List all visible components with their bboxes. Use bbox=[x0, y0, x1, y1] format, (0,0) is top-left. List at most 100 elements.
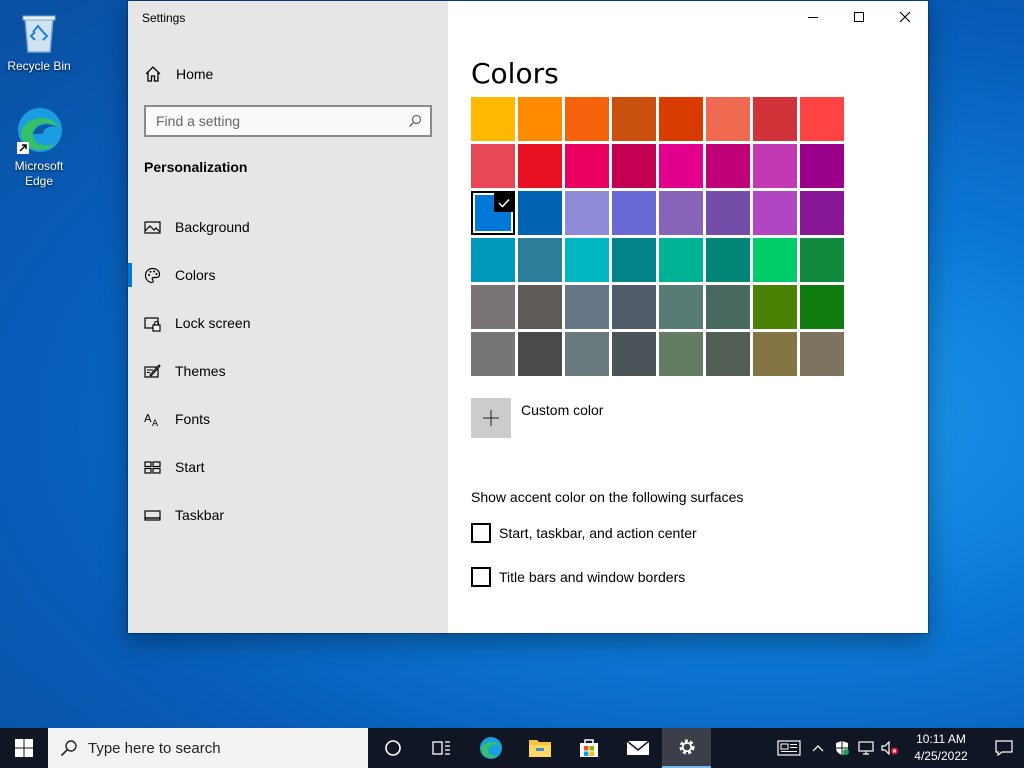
color-swatch[interactable] bbox=[518, 97, 562, 141]
checkbox-title-bars[interactable]: Title bars and window borders bbox=[471, 567, 685, 587]
color-swatch[interactable] bbox=[612, 332, 656, 376]
color-swatch[interactable] bbox=[471, 332, 515, 376]
color-swatch[interactable] bbox=[518, 285, 562, 329]
color-swatch[interactable] bbox=[753, 238, 797, 282]
color-swatch[interactable] bbox=[565, 332, 609, 376]
color-swatch[interactable] bbox=[471, 285, 515, 329]
color-swatch[interactable] bbox=[706, 285, 750, 329]
color-swatch[interactable] bbox=[612, 285, 656, 329]
network-tray-button[interactable] bbox=[854, 728, 878, 768]
color-swatch[interactable] bbox=[518, 144, 562, 188]
show-hidden-icons-button[interactable] bbox=[806, 728, 830, 768]
sidebar-item-colors[interactable]: Colors bbox=[128, 251, 448, 299]
sidebar-item-taskbar[interactable]: Taskbar bbox=[128, 491, 448, 539]
custom-color-button[interactable]: Custom color bbox=[471, 398, 603, 438]
color-swatch[interactable] bbox=[800, 238, 844, 282]
color-swatch[interactable] bbox=[753, 97, 797, 141]
sidebar-item-themes[interactable]: Themes bbox=[128, 347, 448, 395]
checkbox-box[interactable] bbox=[471, 567, 491, 587]
color-swatch[interactable] bbox=[800, 191, 844, 235]
taskbar-app-file-explorer[interactable] bbox=[515, 728, 564, 768]
color-swatch-selected[interactable] bbox=[471, 191, 515, 235]
color-swatch[interactable] bbox=[565, 285, 609, 329]
checkbox-start-taskbar[interactable]: Start, taskbar, and action center bbox=[471, 523, 697, 543]
network-icon bbox=[858, 741, 874, 755]
checkbox-box[interactable] bbox=[471, 523, 491, 543]
minimize-button[interactable] bbox=[790, 1, 836, 33]
section-title: Personalization bbox=[144, 159, 248, 175]
color-swatch[interactable] bbox=[753, 191, 797, 235]
checkmark-icon bbox=[494, 193, 513, 212]
sidebar-item-label: Background bbox=[175, 219, 250, 235]
color-swatch[interactable] bbox=[612, 191, 656, 235]
start-button[interactable] bbox=[0, 728, 48, 768]
color-swatch[interactable] bbox=[612, 238, 656, 282]
news-button[interactable] bbox=[772, 728, 806, 768]
store-icon bbox=[579, 739, 598, 757]
color-swatch[interactable] bbox=[612, 144, 656, 188]
start-layout-icon bbox=[144, 460, 161, 474]
color-swatch[interactable] bbox=[706, 191, 750, 235]
color-swatch[interactable] bbox=[753, 285, 797, 329]
window-controls bbox=[790, 1, 928, 33]
color-swatch[interactable] bbox=[659, 332, 703, 376]
color-swatch[interactable] bbox=[800, 285, 844, 329]
color-swatch[interactable] bbox=[659, 191, 703, 235]
nav-home[interactable]: Home bbox=[144, 63, 213, 85]
color-swatch[interactable] bbox=[800, 97, 844, 141]
sidebar-item-start[interactable]: Start bbox=[128, 443, 448, 491]
color-swatch[interactable] bbox=[518, 332, 562, 376]
color-swatch[interactable] bbox=[659, 97, 703, 141]
color-swatch[interactable] bbox=[659, 238, 703, 282]
minimize-icon bbox=[808, 17, 818, 18]
sidebar-item-lock-screen[interactable]: Lock screen bbox=[128, 299, 448, 347]
color-swatch[interactable] bbox=[706, 332, 750, 376]
maximize-button[interactable] bbox=[836, 1, 882, 33]
color-swatch[interactable] bbox=[706, 144, 750, 188]
plus-icon bbox=[471, 398, 511, 438]
taskbar-app-mail[interactable] bbox=[613, 728, 662, 768]
personalization-nav: Background Colors Lock screen Themes A A… bbox=[128, 203, 448, 539]
system-tray: 10:11 AM 4/25/2022 bbox=[772, 728, 1024, 768]
color-swatch[interactable] bbox=[706, 238, 750, 282]
color-swatch[interactable] bbox=[518, 238, 562, 282]
taskbar-app-settings[interactable] bbox=[662, 728, 711, 768]
color-swatch[interactable] bbox=[659, 285, 703, 329]
settings-sidebar: Settings Home Find a setting Personaliza… bbox=[128, 1, 448, 633]
window-title: Settings bbox=[142, 11, 186, 25]
taskbar-app-store[interactable] bbox=[564, 728, 613, 768]
color-swatch[interactable] bbox=[518, 191, 562, 235]
sidebar-item-fonts[interactable]: A A Fonts bbox=[128, 395, 448, 443]
color-swatch[interactable] bbox=[706, 97, 750, 141]
sidebar-item-background[interactable]: Background bbox=[128, 203, 448, 251]
color-swatch[interactable] bbox=[800, 332, 844, 376]
color-swatch[interactable] bbox=[471, 144, 515, 188]
color-swatch[interactable] bbox=[565, 97, 609, 141]
checkbox-label: Start, taskbar, and action center bbox=[499, 525, 697, 541]
color-swatch[interactable] bbox=[565, 191, 609, 235]
sidebar-item-label: Lock screen bbox=[175, 315, 251, 331]
security-tray-button[interactable] bbox=[830, 728, 854, 768]
sidebar-item-label: Start bbox=[175, 459, 205, 475]
cortana-button[interactable] bbox=[368, 728, 417, 768]
find-setting-input[interactable]: Find a setting bbox=[144, 105, 432, 137]
action-center-button[interactable] bbox=[984, 728, 1024, 768]
close-button[interactable] bbox=[882, 1, 928, 33]
volume-tray-button[interactable] bbox=[878, 728, 902, 768]
color-swatch[interactable] bbox=[753, 332, 797, 376]
checkbox-label: Title bars and window borders bbox=[499, 569, 686, 585]
color-swatch[interactable] bbox=[471, 97, 515, 141]
desktop-icon-edge[interactable]: Microsoft Edge bbox=[2, 104, 76, 189]
color-swatch[interactable] bbox=[565, 238, 609, 282]
clock[interactable]: 10:11 AM 4/25/2022 bbox=[906, 731, 976, 765]
color-swatch[interactable] bbox=[612, 97, 656, 141]
color-swatch[interactable] bbox=[753, 144, 797, 188]
taskbar-search-box[interactable]: Type here to search bbox=[48, 728, 368, 768]
task-view-button[interactable] bbox=[417, 728, 466, 768]
color-swatch[interactable] bbox=[565, 144, 609, 188]
desktop-icon-recycle-bin[interactable]: Recycle Bin bbox=[2, 6, 76, 74]
color-swatch[interactable] bbox=[471, 238, 515, 282]
taskbar-app-edge[interactable] bbox=[466, 728, 515, 768]
color-swatch[interactable] bbox=[659, 144, 703, 188]
color-swatch[interactable] bbox=[800, 144, 844, 188]
